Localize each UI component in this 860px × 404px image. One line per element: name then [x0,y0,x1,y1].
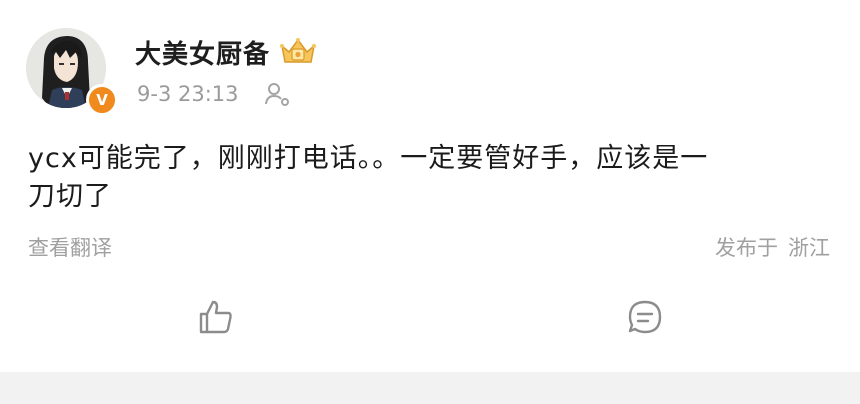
verified-badge-icon: V [86,84,118,116]
avatar[interactable]: V [26,28,118,116]
weibo-post-card: V 大美女厨备 9-3 23:13 ycx可能完了，刚刚打电话。。一定要管好手，… [0,0,860,372]
location-prefix: 发布于 [715,236,778,260]
post-location: 发布于 浙江 [715,232,830,262]
username-row: 大美女厨备 [135,34,318,70]
post-time: 9-3 23:13 [137,82,239,106]
comment-bubble-icon [628,300,662,334]
separator-bar [0,372,860,404]
post-content: ycx可能完了，刚刚打电话。。一定要管好手，应该是一 刀切了 [28,140,828,216]
post-meta: 9-3 23:13 [137,80,291,108]
location-name: 浙江 [788,236,830,260]
post-content-line-1: ycx可能完了，刚刚打电话。。一定要管好手，应该是一 [28,143,709,174]
person-follow-icon[interactable] [263,80,291,108]
username[interactable]: 大美女厨备 [135,34,270,71]
comment-button[interactable] [625,297,665,337]
vip-crown-icon[interactable] [278,36,318,68]
post-content-line-2: 刀切了 [28,181,112,212]
thumbs-up-icon [199,300,232,334]
translate-link[interactable]: 查看翻译 [28,232,112,262]
like-button[interactable] [196,297,236,337]
